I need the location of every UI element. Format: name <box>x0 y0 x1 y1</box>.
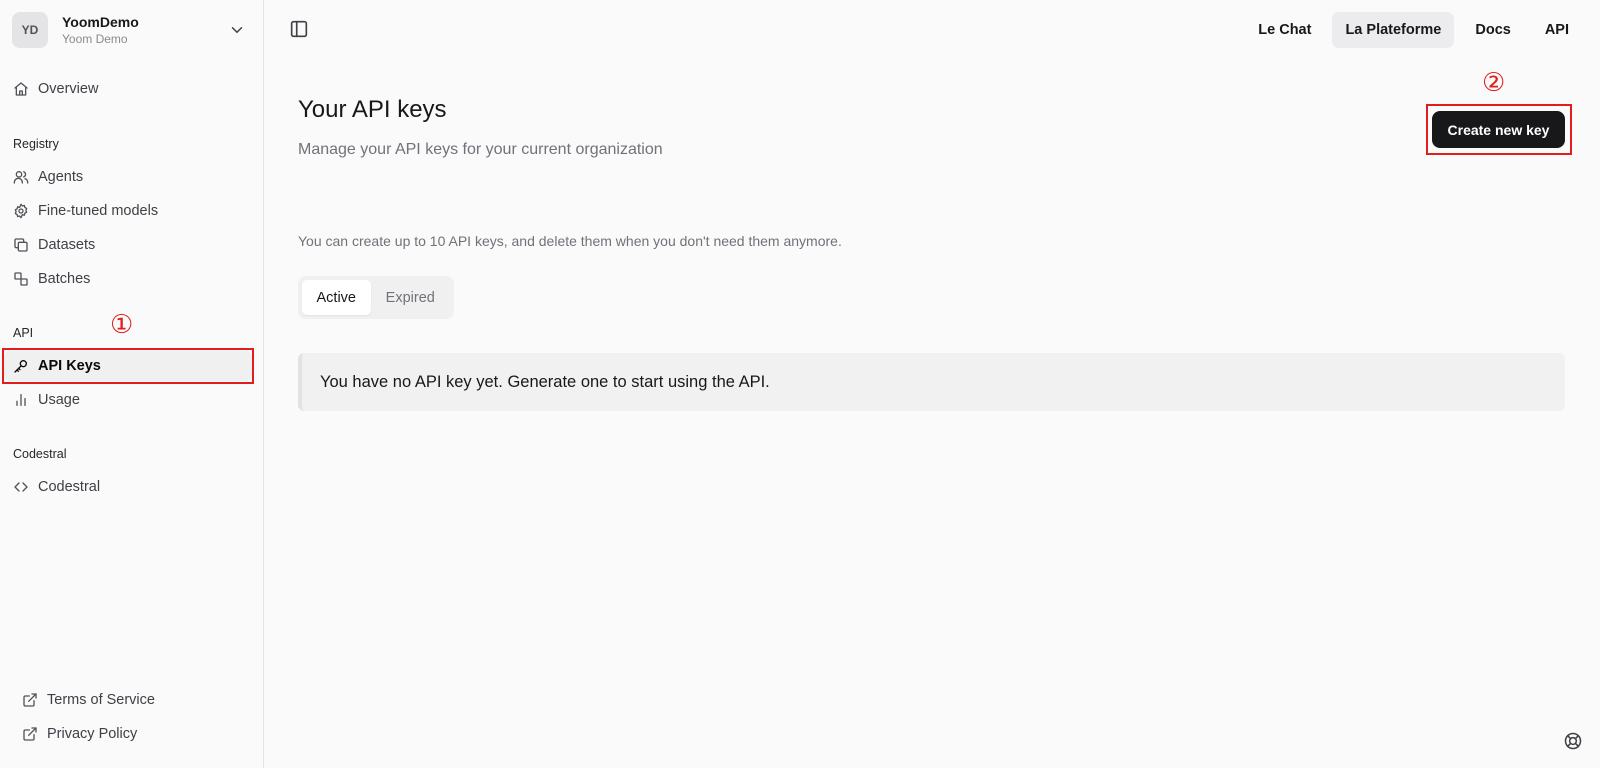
create-new-key-button[interactable]: Create new key <box>1432 111 1565 148</box>
top-navigation: Le Chat La Plateforme Docs API <box>1237 12 1582 48</box>
annotation-step-1: ① <box>110 310 134 340</box>
section-label-registry: Registry <box>13 137 59 151</box>
topnav-docs[interactable]: Docs <box>1462 12 1523 48</box>
sidebar-item-label: Codestral <box>38 479 101 495</box>
sidebar-item-fine-tuned-models[interactable]: Fine-tuned models <box>4 196 252 226</box>
sidebar-item-datasets[interactable]: Datasets <box>4 230 252 260</box>
section-label-codestral: Codestral <box>13 447 67 461</box>
org-subtitle: Yoom Demo <box>62 31 128 46</box>
sidebar-item-usage[interactable]: Usage <box>4 385 252 415</box>
sidebar-item-label: Batches <box>38 271 91 287</box>
home-icon <box>14 82 28 96</box>
sidebar-item-label: Datasets <box>38 237 96 253</box>
tab-active[interactable]: Active <box>302 280 371 315</box>
sidebar-item-label: Fine-tuned models <box>38 203 159 219</box>
external-link-icon <box>23 693 37 707</box>
gear-icon <box>14 203 28 219</box>
sidebar-item-agents[interactable]: Agents <box>4 162 252 192</box>
footer-link-label: Privacy Policy <box>47 726 138 742</box>
key-status-tabs: Active Expired <box>298 276 454 319</box>
api-key-limit-info: You can create up to 10 API keys, and de… <box>298 233 842 249</box>
terms-of-service-link[interactable]: Terms of Service <box>12 686 212 714</box>
sidebar-toggle-icon[interactable] <box>288 18 310 40</box>
sidebar: YD YoomDemo Yoom Demo Overview Registry … <box>0 0 264 768</box>
org-avatar: YD <box>12 12 48 48</box>
topnav-api[interactable]: API <box>1532 12 1582 48</box>
bar-chart-icon <box>16 394 26 406</box>
sidebar-item-codestral[interactable]: Codestral <box>4 472 252 502</box>
copy-icon <box>14 238 28 252</box>
chevron-down-icon[interactable] <box>228 21 246 39</box>
org-switcher[interactable]: YD YoomDemo Yoom Demo <box>12 12 252 48</box>
empty-state-text: You have no API key yet. Generate one to… <box>320 372 770 391</box>
users-icon <box>13 171 29 184</box>
sidebar-item-batches[interactable]: Batches <box>4 264 252 294</box>
org-text: YoomDemo Yoom Demo <box>62 14 139 46</box>
page-subtitle: Manage your API keys for your current or… <box>298 141 663 158</box>
code-icon <box>14 482 28 492</box>
empty-state-message: You have no API key yet. Generate one to… <box>298 353 1565 411</box>
sidebar-item-label: Usage <box>38 392 80 408</box>
topnav-la-plateforme[interactable]: La Plateforme <box>1332 12 1455 48</box>
topnav-le-chat[interactable]: Le Chat <box>1245 12 1324 48</box>
help-lifebuoy-icon[interactable] <box>1563 731 1583 751</box>
external-link-icon <box>23 727 37 741</box>
sidebar-item-label: Overview <box>38 81 99 97</box>
sidebar-item-api-keys[interactable]: API Keys <box>4 351 252 381</box>
page-title: Your API keys <box>298 96 447 123</box>
org-name: YoomDemo <box>62 13 139 30</box>
footer-link-label: Terms of Service <box>47 692 155 708</box>
section-label-api: API <box>13 326 34 340</box>
sidebar-item-label: Agents <box>38 169 84 185</box>
key-icon <box>14 360 27 373</box>
sidebar-item-label: API Keys <box>38 358 101 374</box>
annotation-step-2: ② <box>1482 68 1506 98</box>
app-window: YD YoomDemo Yoom Demo Overview Registry … <box>0 0 1600 768</box>
sidebar-item-overview[interactable]: Overview <box>4 74 252 104</box>
tab-expired[interactable]: Expired <box>371 280 450 315</box>
privacy-policy-link[interactable]: Privacy Policy <box>12 720 212 748</box>
shapes-icon <box>14 272 28 286</box>
